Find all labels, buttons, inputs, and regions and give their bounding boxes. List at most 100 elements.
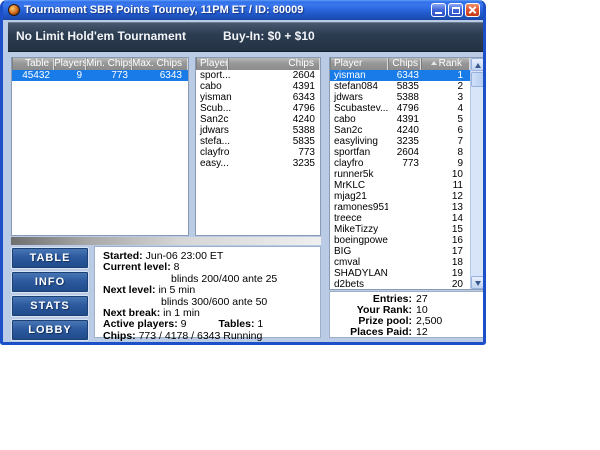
player-name: Scub... bbox=[196, 103, 270, 114]
player-name: yisman bbox=[196, 92, 270, 103]
player-name: SHADYLANKY bbox=[330, 268, 388, 279]
column-header[interactable]: Player bbox=[330, 58, 388, 70]
player-rank: 12 bbox=[421, 191, 470, 202]
list-item[interactable]: clayfro7739 bbox=[330, 158, 470, 169]
list-item[interactable]: SHADYLANKY19 bbox=[330, 268, 470, 279]
scrollbar-thumb[interactable] bbox=[471, 72, 484, 87]
list-item[interactable]: BIG17 bbox=[330, 246, 470, 257]
player-name: runner5k bbox=[330, 169, 388, 180]
list-item[interactable]: easy...3235 bbox=[196, 158, 320, 169]
player-chips bbox=[388, 257, 421, 268]
list-item[interactable]: cmval 18 bbox=[330, 257, 470, 268]
maximize-icon bbox=[452, 7, 460, 14]
player-rank: 16 bbox=[421, 235, 470, 246]
player-name: easy... bbox=[196, 158, 270, 169]
player-chips: 4240 bbox=[388, 125, 421, 136]
scroll-down-button[interactable] bbox=[471, 276, 484, 289]
cell: 6343 bbox=[132, 70, 188, 81]
scroll-up-button[interactable] bbox=[471, 58, 484, 71]
column-header[interactable]: Players bbox=[54, 58, 86, 70]
column-header[interactable]: Table bbox=[12, 58, 54, 70]
player-name: MikeTizzy bbox=[330, 224, 388, 235]
list-item[interactable]: MrKLC11 bbox=[330, 180, 470, 191]
list-item[interactable]: sportfan26048 bbox=[330, 147, 470, 158]
player-chips bbox=[388, 191, 421, 202]
list-item[interactable]: cabo43915 bbox=[330, 114, 470, 125]
list-item[interactable]: stefa...5835 bbox=[196, 136, 320, 147]
scroll-down-icon bbox=[475, 281, 481, 286]
list-item[interactable]: d2bets 20 bbox=[330, 279, 470, 290]
lobby-button[interactable]: LOBBY bbox=[11, 319, 89, 341]
player-chips: 773 bbox=[388, 158, 421, 169]
sort-asc-icon bbox=[431, 61, 437, 65]
cell: 773 bbox=[86, 70, 132, 81]
list-item[interactable]: treece 14 bbox=[330, 213, 470, 224]
list-item[interactable]: jdwars53883 bbox=[330, 92, 470, 103]
player-name: cmval bbox=[330, 257, 388, 268]
column-header[interactable]: Max. Chips bbox=[132, 58, 188, 70]
player-name: San2c bbox=[330, 125, 388, 136]
maximize-button[interactable] bbox=[448, 3, 463, 17]
list-item[interactable]: San2c42406 bbox=[330, 125, 470, 136]
column-header[interactable]: Rank bbox=[421, 58, 470, 70]
player-name: easyliving bbox=[330, 136, 388, 147]
list-item[interactable]: yisman6343 bbox=[196, 92, 320, 103]
player-name: BIG bbox=[330, 246, 388, 257]
player-chips bbox=[388, 213, 421, 224]
player-name: d2bets bbox=[330, 279, 388, 290]
panel-divider bbox=[11, 237, 321, 245]
summary-label: Places Paid: bbox=[330, 327, 412, 338]
column-header[interactable]: Chips bbox=[228, 58, 320, 70]
table-button[interactable]: TABLE bbox=[11, 247, 89, 269]
tables-header: TablePlayersMin. ChipsMax. Chips bbox=[12, 58, 188, 70]
list-item[interactable]: San2c4240 bbox=[196, 114, 320, 125]
player-name: jdwars bbox=[330, 92, 388, 103]
rank-scrollbar[interactable] bbox=[470, 58, 483, 289]
player-name: treece bbox=[330, 213, 388, 224]
list-item[interactable]: easyliving32357 bbox=[330, 136, 470, 147]
table-row[interactable]: 4543297736343 bbox=[12, 70, 188, 81]
list-item[interactable]: MikeTizzy15 bbox=[330, 224, 470, 235]
tournament-type-label: No Limit Hold'em Tournament bbox=[16, 29, 186, 43]
player-chips bbox=[388, 180, 421, 191]
player-rank: 14 bbox=[421, 213, 470, 224]
column-header[interactable]: Player bbox=[196, 58, 228, 70]
player-rank: 20 bbox=[421, 279, 470, 290]
player-chips: 2604 bbox=[270, 70, 320, 81]
list-item[interactable]: yisman63431 bbox=[330, 70, 470, 81]
close-button[interactable] bbox=[465, 3, 480, 17]
player-chips bbox=[388, 169, 421, 180]
list-item[interactable]: cabo4391 bbox=[196, 81, 320, 92]
list-item[interactable]: stefan08458352 bbox=[330, 81, 470, 92]
minimize-button[interactable] bbox=[431, 3, 446, 17]
player-rank: 18 bbox=[421, 257, 470, 268]
list-item[interactable]: runner5k10 bbox=[330, 169, 470, 180]
list-item[interactable]: Scub...4796 bbox=[196, 103, 320, 114]
player-name: stefa... bbox=[196, 136, 270, 147]
list-item[interactable]: mjag21 12 bbox=[330, 191, 470, 202]
title-bar[interactable]: Tournament SBR Points Tourney, 11PM ET /… bbox=[3, 0, 483, 20]
info-button[interactable]: INFO bbox=[11, 271, 89, 293]
player-chips: 5388 bbox=[270, 125, 320, 136]
list-item[interactable]: ramones95113 bbox=[330, 202, 470, 213]
player-rank: 7 bbox=[421, 136, 470, 147]
player-name: Scubastev... bbox=[330, 103, 388, 114]
list-item[interactable]: Scubastev...47964 bbox=[330, 103, 470, 114]
players-rows: sport...2604cabo4391yisman6343Scub...479… bbox=[196, 70, 320, 169]
player-chips: 4796 bbox=[270, 103, 320, 114]
player-chips: 3235 bbox=[270, 158, 320, 169]
column-header[interactable]: Min. Chips bbox=[86, 58, 132, 70]
player-chips bbox=[388, 235, 421, 246]
player-rank: 3 bbox=[421, 92, 470, 103]
stats-button[interactable]: STATS bbox=[11, 295, 89, 317]
player-chips bbox=[388, 246, 421, 257]
list-item[interactable]: boeingpower16 bbox=[330, 235, 470, 246]
list-item[interactable]: jdwars5388 bbox=[196, 125, 320, 136]
player-chips: 3235 bbox=[388, 136, 421, 147]
column-header[interactable]: Chips bbox=[388, 58, 421, 70]
player-name: mjag21 bbox=[330, 191, 388, 202]
list-item[interactable]: sport...2604 bbox=[196, 70, 320, 81]
player-rank: 6 bbox=[421, 125, 470, 136]
list-item[interactable]: clayfro773 bbox=[196, 147, 320, 158]
player-name: cabo bbox=[330, 114, 388, 125]
